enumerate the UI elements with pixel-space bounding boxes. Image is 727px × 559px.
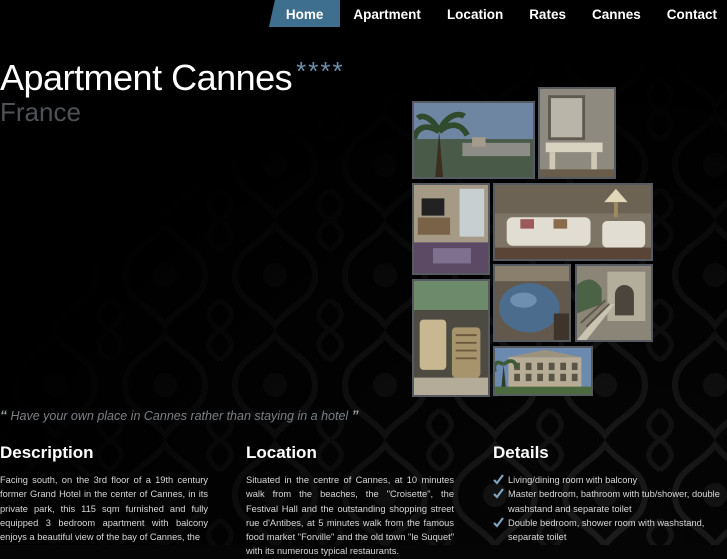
nav-contact[interactable]: Contact <box>654 0 727 27</box>
photo-bedroom-with-tv[interactable] <box>412 183 490 275</box>
photo-balcony-chairs[interactable] <box>412 279 490 397</box>
details-item: Master bedroom, bathroom with tub/shower… <box>493 487 721 516</box>
photo-palm-trees-bay-view[interactable] <box>412 101 535 179</box>
main-nav: Home Apartment Location Rates Cannes Con… <box>268 0 727 27</box>
page-header: Apartment Cannes **** <box>0 56 345 99</box>
photo-palace-staircase[interactable] <box>575 264 653 342</box>
photo-grand-hotel-facade[interactable] <box>493 346 593 396</box>
checkmark-icon <box>493 474 504 485</box>
tagline-quote: “ Have your own place in Cannes rather t… <box>0 407 359 423</box>
photo-living-room-sofas[interactable] <box>493 183 653 261</box>
details-item-text: Master bedroom, bathroom with tub/shower… <box>508 489 720 514</box>
nav-cannes[interactable]: Cannes <box>579 0 654 27</box>
location-heading: Location <box>246 443 317 462</box>
description-text: Facing south, on the 3rd floor of a 19th… <box>0 475 208 543</box>
tagline-text: Have your own place in Cannes rather tha… <box>10 409 349 423</box>
location-section: Location Situated in the centre of Canne… <box>246 443 454 559</box>
details-heading: Details <box>493 443 549 462</box>
nav-rates[interactable]: Rates <box>516 0 579 27</box>
details-item-text: Living/dining room with balcony <box>508 475 638 485</box>
checkmark-icon <box>493 517 504 528</box>
details-item-text: Double bedroom, shower room with washsta… <box>508 517 705 543</box>
details-section: Details Living/dining room with balcony … <box>493 443 721 544</box>
photo-room-with-mirror-desk[interactable] <box>538 87 616 179</box>
page-title: Apartment Cannes <box>0 57 293 98</box>
checkmark-icon <box>493 488 504 499</box>
photo-bed-blue-cover[interactable] <box>493 264 571 342</box>
nav-apartment[interactable]: Apartment <box>340 0 434 27</box>
open-quote-mark: “ <box>0 407 7 423</box>
details-item: Double bedroom, shower room with washsta… <box>493 516 721 545</box>
star-rating: **** <box>296 56 345 86</box>
nav-location[interactable]: Location <box>434 0 516 27</box>
location-text: Situated in the centre of Cannes, at 10 … <box>246 475 454 557</box>
description-section: Description Facing south, on the 3rd flo… <box>0 443 208 544</box>
description-heading: Description <box>0 443 94 462</box>
details-list: Living/dining room with balcony Master b… <box>493 473 721 544</box>
close-quote-mark: ” <box>351 407 359 423</box>
page-subtitle: France <box>0 97 81 127</box>
details-item: Living/dining room with balcony <box>493 473 721 487</box>
nav-home[interactable]: Home <box>268 0 341 27</box>
